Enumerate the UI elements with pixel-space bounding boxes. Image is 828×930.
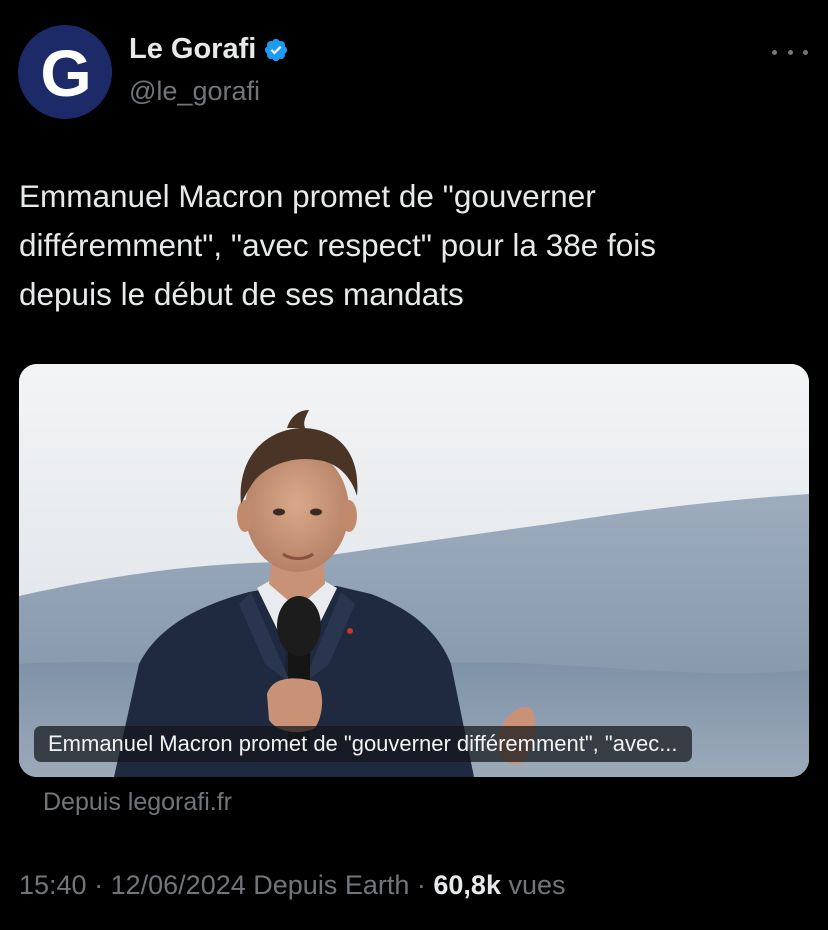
views-label: vues (508, 870, 566, 900)
views-count: 60,8k (433, 870, 501, 900)
tweet-text: Emmanuel Macron promet de "gouverner dif… (19, 178, 657, 312)
tweet-meta: 15:40 · 12/06/2024 Depuis Earth · 60,8k … (19, 870, 566, 901)
more-options-button[interactable] (772, 38, 808, 66)
separator: · (416, 870, 426, 900)
more-dot-icon (772, 49, 777, 55)
account-handle[interactable]: @le_gorafi (129, 76, 260, 107)
card-source-link[interactable]: Depuis legorafi.fr (43, 788, 232, 817)
link-card[interactable]: Emmanuel Macron promet de "gouverner dif… (19, 364, 809, 777)
display-name-row[interactable]: Le Gorafi (129, 33, 289, 66)
verified-badge-icon (265, 38, 288, 61)
article-photo (19, 364, 809, 777)
separator: · (94, 870, 104, 900)
card-caption: Emmanuel Macron promet de "gouverner dif… (34, 726, 692, 762)
more-dot-icon (787, 49, 793, 55)
avatar[interactable]: G (18, 25, 112, 119)
display-name[interactable]: Le Gorafi (129, 33, 256, 66)
more-dot-icon (803, 49, 808, 55)
tweet-client: Depuis Earth (253, 870, 410, 900)
tweet-time[interactable]: 15:40 (19, 870, 87, 900)
avatar-logo-letter: G (40, 36, 91, 110)
tweet-date[interactable]: 12/06/2024 (111, 870, 246, 900)
